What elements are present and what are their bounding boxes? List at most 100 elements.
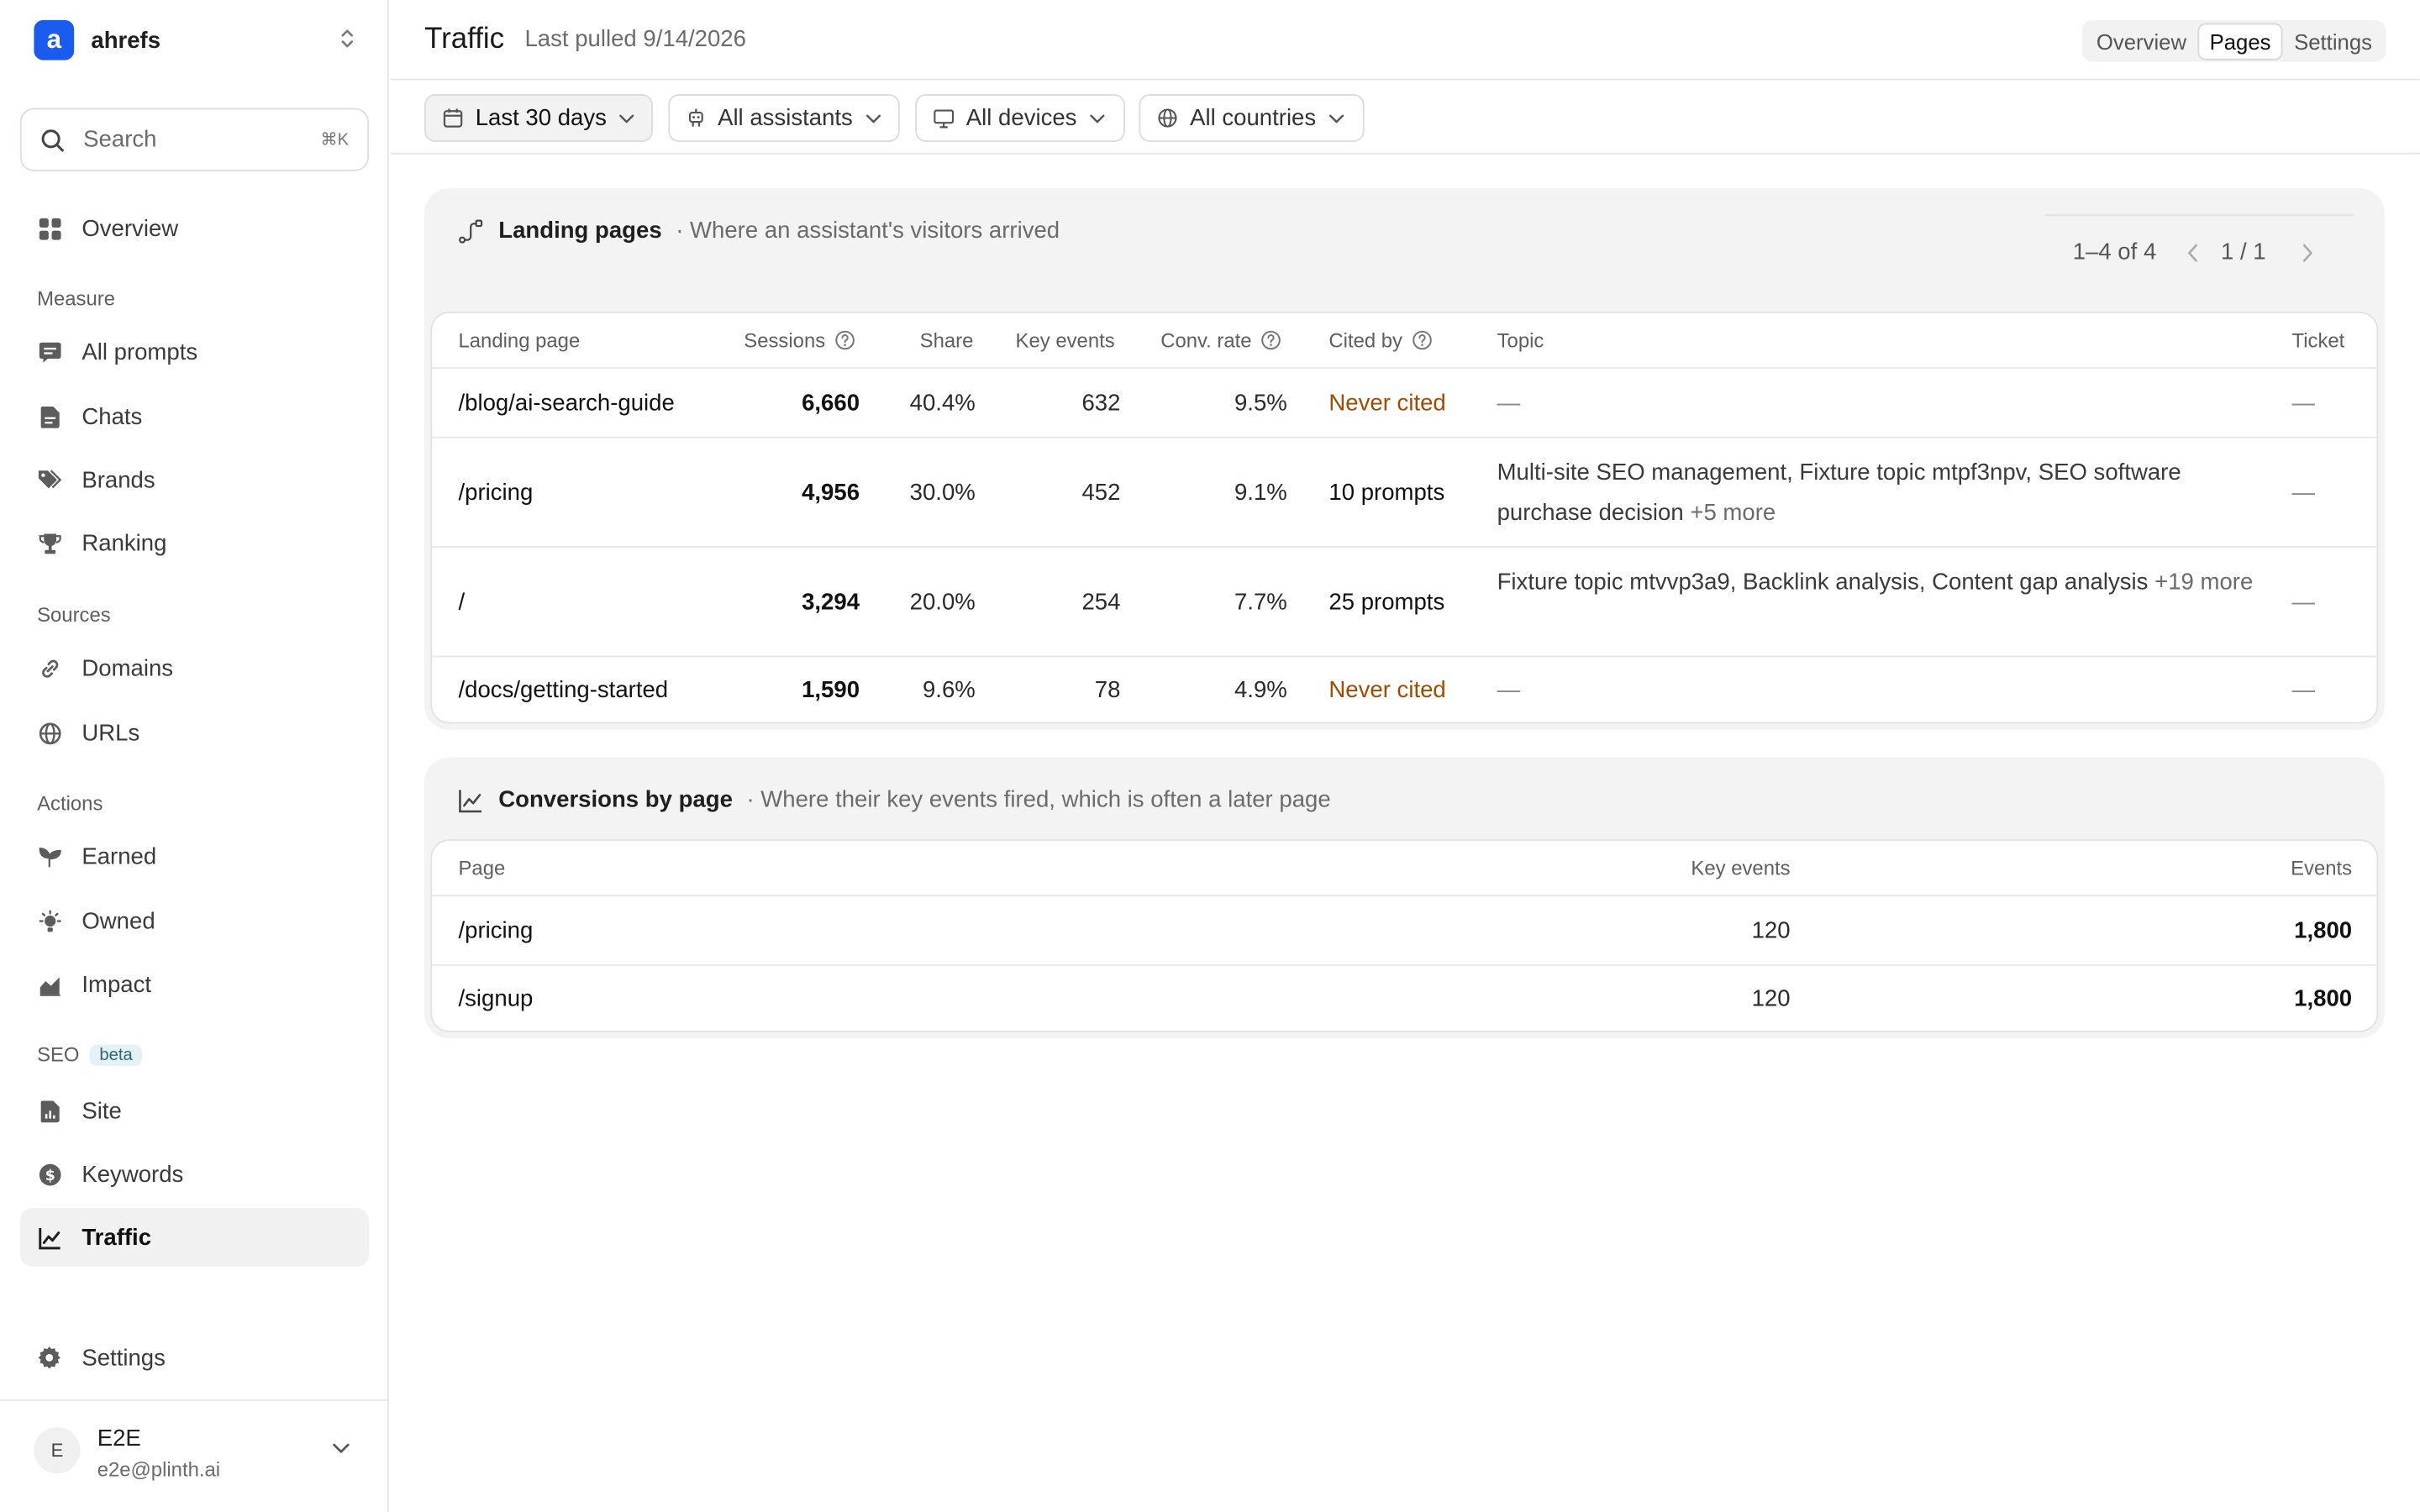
help-icon[interactable]: [834, 330, 855, 350]
card-title: Conversions by page: [498, 786, 733, 813]
landing-pages-card: Landing pages · Where an assistant's vis…: [424, 188, 2385, 730]
view-tabs: Overview Pages Settings: [2082, 19, 2386, 62]
chevron-down-icon: [1089, 113, 1104, 123]
cited-by-value: Never cited: [1328, 677, 1446, 704]
column-header-events[interactable]: Events: [2068, 856, 2352, 879]
cited-by-value: Never cited: [1328, 390, 1446, 417]
column-header-label: Cited by: [1328, 328, 1403, 352]
card-subtitle: · Where an assistant's visitors arrived: [676, 217, 1060, 244]
column-header-landing-page[interactable]: Landing page: [458, 328, 580, 352]
column-header-key-events[interactable]: Key events: [1512, 856, 1790, 879]
landing-page-link[interactable]: /: [458, 590, 465, 616]
topic-value: Multi-site SEO management, Fixture topic…: [1497, 454, 2269, 534]
line-chart-icon: [37, 1225, 61, 1249]
chevron-left-icon[interactable]: [2187, 244, 2200, 262]
landing-pages-header: Landing pages · Where an assistant's vis…: [458, 218, 1060, 244]
conversions-card: Conversions by page · Where their key ev…: [424, 757, 2385, 1039]
assistants-filter[interactable]: All assistants: [668, 94, 900, 142]
chevron-up-down-icon: [341, 29, 354, 48]
pagination-range: 1–4 of 4: [2072, 239, 2157, 265]
cited-by-value[interactable]: 25 prompts: [1328, 590, 1444, 616]
cited-by-value[interactable]: 10 prompts: [1328, 480, 1444, 506]
sidebar-item-impact[interactable]: Impact: [20, 955, 369, 1014]
file-chart-icon: [37, 1099, 61, 1123]
countries-filter[interactable]: All countries: [1139, 94, 1365, 142]
page-title: Traffic: [424, 23, 505, 56]
sidebar-item-brands[interactable]: Brands: [20, 450, 369, 509]
page-link[interactable]: /pricing: [458, 918, 533, 944]
sidebar-item-domains[interactable]: Domains: [20, 638, 369, 697]
period-filter[interactable]: Last 30 days: [424, 94, 653, 142]
tab-overview[interactable]: Overview: [2086, 24, 2197, 57]
sidebar-item-overview[interactable]: Overview: [20, 199, 369, 258]
sidebar-item-site[interactable]: Site: [20, 1082, 369, 1141]
column-header-page[interactable]: Page: [458, 856, 505, 879]
help-icon[interactable]: [1412, 330, 1432, 350]
sidebar-item-keywords[interactable]: $ Keywords: [20, 1145, 369, 1204]
grid-icon: [37, 216, 61, 240]
ticket-value[interactable]: —: [2291, 590, 2315, 616]
column-header-ticket[interactable]: Ticket: [2291, 328, 2344, 352]
search-button[interactable]: Search ⌘K: [19, 108, 369, 171]
ticket-value[interactable]: —: [2291, 480, 2315, 506]
filter-label: Last 30 days: [475, 104, 607, 132]
sidebar-item-label: Ranking: [82, 529, 167, 557]
conv-rate-value: 4.9%: [1234, 677, 1287, 704]
topic-more-link[interactable]: +5 more: [1690, 500, 1776, 526]
sidebar-item-urls[interactable]: URLs: [20, 704, 369, 763]
column-header-cited-by[interactable]: Cited by: [1328, 328, 1432, 352]
row-divider: [432, 655, 2377, 658]
column-header-sessions[interactable]: Sessions: [744, 328, 855, 352]
trophy-icon: [37, 531, 61, 555]
key-events-value: 120: [1751, 917, 1791, 945]
sidebar-item-label: Traffic: [82, 1224, 152, 1251]
topic-more-link[interactable]: +19 more: [2154, 570, 2253, 596]
column-header-key-events[interactable]: Key events: [1016, 328, 1115, 352]
chevron-down-icon: [333, 1443, 350, 1453]
filter-label: All countries: [1190, 104, 1317, 132]
sidebar-item-label: Domains: [82, 654, 174, 681]
workspace-switcher[interactable]: a ahrefs: [34, 19, 367, 60]
share-value: 40.4%: [909, 390, 976, 417]
tab-settings[interactable]: Settings: [2283, 24, 2383, 57]
sidebar-item-ranking[interactable]: Ranking: [20, 514, 369, 573]
column-header-conv-rate[interactable]: Conv. rate: [1160, 328, 1281, 352]
pagination-page: 1 / 1: [2221, 239, 2266, 265]
landing-page-link[interactable]: /blog/ai-search-guide: [458, 391, 674, 417]
user-menu[interactable]: E E2E e2e@plinth.ai: [0, 1399, 389, 1512]
key-events-value: 452: [1081, 480, 1121, 507]
calendar-icon: [443, 108, 463, 128]
page-link[interactable]: /signup: [458, 986, 533, 1012]
brand-logo: a: [34, 19, 75, 60]
column-header-share[interactable]: Share: [920, 328, 974, 352]
sidebar-item-earned[interactable]: Earned: [20, 827, 369, 885]
row-divider: [432, 963, 2377, 966]
sidebar-item-settings[interactable]: Settings: [20, 1328, 369, 1387]
conv-rate-value: 9.1%: [1234, 480, 1287, 507]
ticket-value[interactable]: —: [2291, 677, 2315, 703]
column-header-label: Sessions: [744, 328, 826, 352]
gear-icon: [37, 1346, 61, 1370]
topic-list: Fixture topic mtvvp3a9, Backlink analysi…: [1497, 569, 2149, 596]
column-header-label: Conv. rate: [1160, 328, 1252, 352]
ticket-value[interactable]: —: [2291, 391, 2315, 417]
sidebar-item-chats[interactable]: Chats: [20, 387, 369, 446]
chevron-right-icon[interactable]: [2302, 244, 2314, 262]
landing-page-link[interactable]: /docs/getting-started: [458, 677, 668, 703]
key-events-value: 632: [1081, 390, 1121, 417]
column-header-topic[interactable]: Topic: [1497, 328, 1544, 352]
sidebar-item-label: Brands: [82, 466, 155, 493]
sidebar-item-all-prompts[interactable]: All prompts: [20, 323, 369, 381]
sidebar-item-label: Impact: [82, 971, 152, 998]
sidebar-item-traffic[interactable]: Traffic: [19, 1208, 369, 1267]
tab-pages[interactable]: Pages: [2196, 22, 2284, 60]
landing-page-link[interactable]: /pricing: [458, 480, 533, 506]
share-value: 9.6%: [922, 677, 976, 704]
sidebar-item-owned[interactable]: Owned: [20, 892, 369, 951]
search-shortcut: ⌘K: [320, 131, 350, 150]
section-label-measure: Measure: [37, 286, 115, 311]
help-icon[interactable]: [1261, 330, 1281, 350]
filter-label: All assistants: [718, 104, 853, 132]
card-subtitle: · Where their key events fired, which is…: [746, 786, 1331, 813]
devices-filter[interactable]: All devices: [915, 94, 1125, 142]
